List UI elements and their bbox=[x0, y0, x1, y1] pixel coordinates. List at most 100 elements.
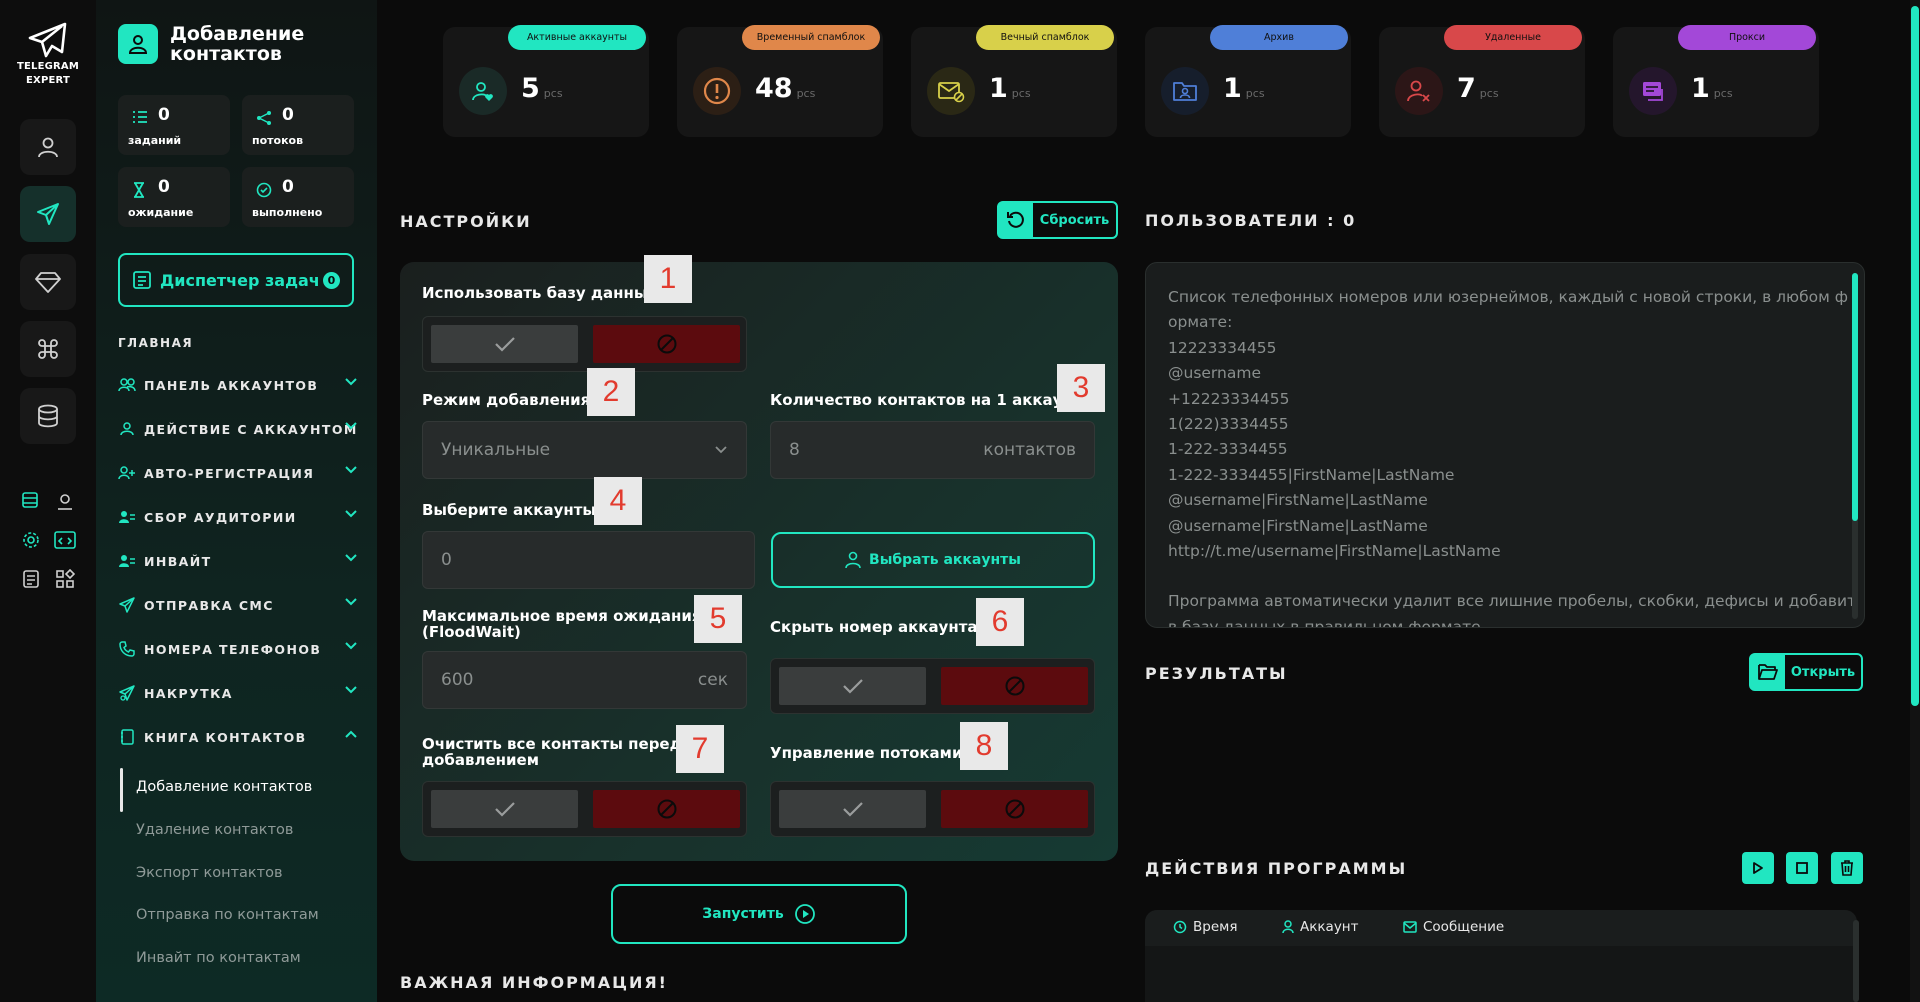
card-deleted[interactable]: Удаленные 7 pcs bbox=[1379, 25, 1585, 137]
check-icon bbox=[494, 802, 515, 817]
location-user-icon bbox=[58, 494, 72, 510]
rail-premium-button[interactable] bbox=[20, 254, 76, 310]
nav-item-account-actions[interactable]: ДЕЙСТВИЕ С АККАУНТОМ bbox=[118, 416, 358, 442]
contacts-per-account-input[interactable]: 8 контактов bbox=[770, 421, 1095, 479]
subnav-invite-contacts[interactable]: Инвайт по контактам bbox=[136, 950, 301, 966]
add-mode-select[interactable]: Уникальные bbox=[422, 421, 747, 479]
log-stop-button[interactable] bbox=[1786, 852, 1818, 884]
send-icon bbox=[119, 597, 135, 613]
contacts-per-account-label: Количество контактов на 1 аккаунт bbox=[770, 391, 1082, 409]
nav-item-sms[interactable]: ОТПРАВКА СМС bbox=[118, 592, 358, 618]
nav-item-phone-numbers[interactable]: НОМЕРА ТЕЛЕФОНОВ bbox=[118, 636, 358, 662]
select-accounts-button[interactable]: Выбрать аккаунты bbox=[771, 532, 1095, 588]
subnav-delete-contacts[interactable]: Удаление контактов bbox=[136, 822, 293, 838]
clear-contacts-label: Очистить все контакты перед добавлением bbox=[422, 735, 682, 769]
stat-tasks: 0 заданий bbox=[118, 95, 230, 155]
card-value: 7 pcs bbox=[1457, 73, 1499, 104]
page-scrollbar-thumb[interactable] bbox=[1911, 6, 1919, 706]
rail-profile-button[interactable] bbox=[20, 119, 76, 175]
subnav-send-to-contacts[interactable]: Отправка по контактам bbox=[136, 907, 319, 923]
clock-icon bbox=[1173, 920, 1187, 934]
gear-icon bbox=[23, 532, 39, 548]
send-boost-icon bbox=[119, 685, 135, 701]
mail-block-icon bbox=[927, 67, 975, 115]
marker-5: 5 bbox=[694, 595, 742, 643]
floodwait-input[interactable]: 600 сек bbox=[422, 651, 747, 709]
open-button[interactable]: Открыть bbox=[1749, 653, 1863, 691]
chevron-up-icon bbox=[345, 730, 357, 738]
log-scrollbar[interactable] bbox=[1853, 920, 1859, 1002]
rail-location-button[interactable] bbox=[52, 488, 78, 514]
log-col-message[interactable]: Сообщение bbox=[1403, 919, 1504, 935]
card-temp-spamblock[interactable]: Временный спамблок 48 pcs bbox=[677, 25, 883, 137]
nav-label: ПАНЕЛЬ АККАУНТОВ bbox=[144, 377, 319, 393]
use-db-label: Использовать базу данных bbox=[422, 284, 658, 302]
diamond-icon bbox=[35, 272, 61, 293]
icon-rail: TELEGRAM EXPERT bbox=[0, 0, 96, 1002]
rail-widgets-button[interactable] bbox=[52, 566, 78, 592]
subnav-export-contacts[interactable]: Экспорт контактов bbox=[136, 865, 283, 881]
rail-database-button[interactable] bbox=[20, 388, 76, 444]
folder-user-icon bbox=[1161, 67, 1209, 115]
nav-item-contact-book[interactable]: КНИГА КОНТАКТОВ bbox=[118, 724, 358, 750]
marker-7: 7 bbox=[676, 725, 724, 773]
add-mode-value: Уникальные bbox=[441, 440, 551, 460]
card-archive[interactable]: Архив 1 pcs bbox=[1145, 25, 1351, 137]
threads-toggle bbox=[770, 781, 1095, 837]
nav-item-accounts-panel[interactable]: ПАНЕЛЬ АККАУНТОВ bbox=[118, 372, 358, 398]
nav-item-audience-parsing[interactable]: СБОР АУДИТОРИИ bbox=[118, 504, 358, 530]
document-icon bbox=[23, 570, 39, 588]
stat-done-label: выполнено bbox=[252, 206, 323, 219]
rail-telegram-button[interactable] bbox=[20, 186, 76, 242]
card-value: 48 pcs bbox=[755, 73, 816, 104]
nav-heading: ГЛАВНАЯ bbox=[118, 336, 194, 350]
rail-settings-button[interactable] bbox=[18, 527, 44, 553]
users-heading: ПОЛЬЗОВАТЕЛИ : 0 bbox=[1145, 211, 1357, 230]
reset-button[interactable]: Сбросить bbox=[997, 201, 1118, 239]
card-proxy[interactable]: Прокси 1 pcs bbox=[1613, 25, 1819, 137]
rail-commands-button[interactable] bbox=[20, 321, 76, 377]
user-plus-icon bbox=[118, 466, 135, 480]
log-col-time[interactable]: Время bbox=[1173, 919, 1237, 935]
user-invite-icon bbox=[119, 555, 135, 567]
section-title: Добавление контактов bbox=[170, 23, 305, 65]
stat-threads-value: 0 bbox=[282, 105, 294, 125]
marker-1: 1 bbox=[644, 255, 692, 303]
stat-waiting-value: 0 bbox=[158, 177, 170, 197]
card-active-accounts[interactable]: Активные аккаунты 5 pcs bbox=[443, 25, 649, 137]
users-textarea[interactable]: Список телефонных номеров или юзернеймов… bbox=[1145, 262, 1865, 628]
hide-number-no-button[interactable] bbox=[941, 667, 1088, 705]
start-button[interactable]: Запустить bbox=[611, 884, 907, 944]
use-db-no-button[interactable] bbox=[593, 325, 740, 363]
important-heading: ВАЖНАЯ ИНФОРМАЦИЯ! bbox=[400, 973, 668, 992]
users-icon bbox=[118, 378, 136, 392]
subnav-add-contacts[interactable]: Добавление контактов bbox=[136, 779, 312, 795]
clear-contacts-toggle bbox=[422, 781, 747, 837]
nav-label: СБОР АУДИТОРИИ bbox=[144, 509, 297, 525]
nav-label: НОМЕРА ТЕЛЕФОНОВ bbox=[144, 641, 322, 657]
nav-item-boost[interactable]: НАКРУТКА bbox=[118, 680, 358, 706]
rail-notes-button[interactable] bbox=[18, 566, 44, 592]
hide-number-yes-button[interactable] bbox=[779, 667, 926, 705]
clear-contacts-no-button[interactable] bbox=[593, 790, 740, 828]
user-x-icon bbox=[1395, 67, 1443, 115]
log-play-button[interactable] bbox=[1742, 852, 1774, 884]
task-manager-button[interactable]: Диспетчер задач 0 bbox=[118, 253, 354, 307]
use-db-yes-button[interactable] bbox=[431, 325, 578, 363]
rail-code-button[interactable] bbox=[52, 527, 78, 553]
choose-accounts-input[interactable]: 0 bbox=[422, 531, 755, 589]
card-tag: Временный спамблок bbox=[742, 25, 880, 50]
rail-table-button[interactable] bbox=[18, 488, 44, 514]
nav-item-auto-registration[interactable]: АВТО-РЕГИСТРАЦИЯ bbox=[118, 460, 358, 486]
nav-item-invite[interactable]: ИНВАЙТ bbox=[118, 548, 358, 574]
log-col-account[interactable]: Аккаунт bbox=[1282, 919, 1359, 935]
contacts-unit: контактов bbox=[983, 440, 1076, 460]
threads-yes-button[interactable] bbox=[779, 790, 926, 828]
users-scrollbar-thumb[interactable] bbox=[1852, 273, 1858, 521]
open-label: Открыть bbox=[1790, 664, 1856, 680]
card-tag: Удаленные bbox=[1444, 25, 1582, 50]
log-clear-button[interactable] bbox=[1831, 852, 1863, 884]
card-permanent-spamblock[interactable]: Вечный спамблок 1 pcs bbox=[911, 25, 1117, 137]
threads-no-button[interactable] bbox=[941, 790, 1088, 828]
clear-contacts-yes-button[interactable] bbox=[431, 790, 578, 828]
